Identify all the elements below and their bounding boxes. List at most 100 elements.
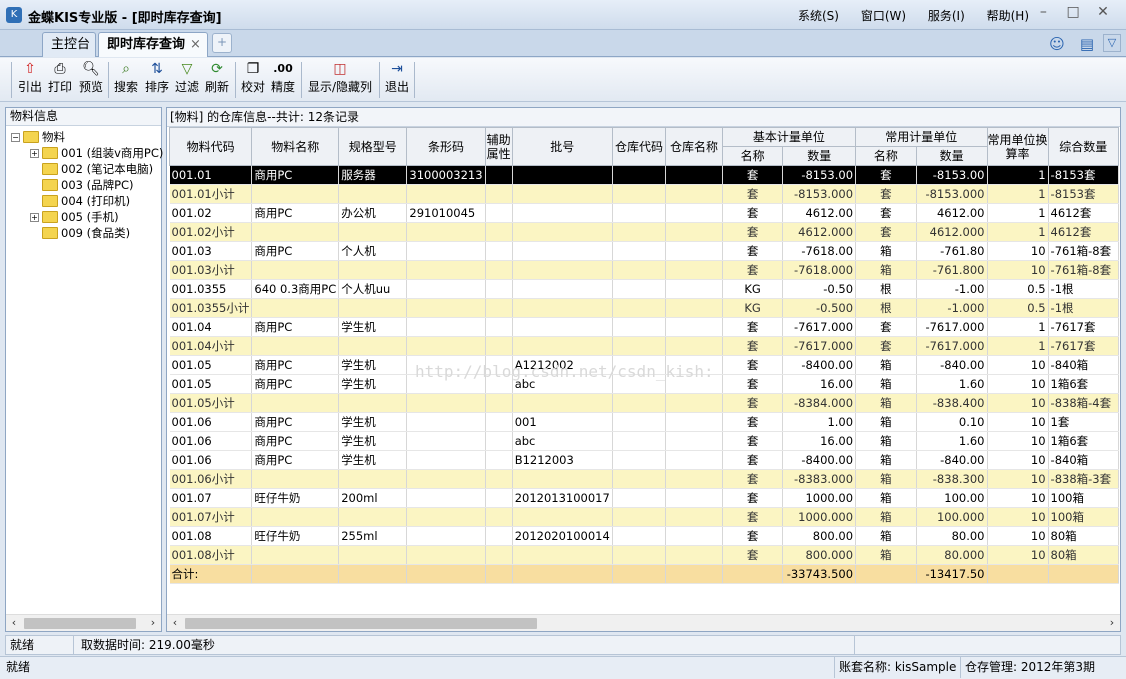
expand-icon[interactable]: +: [30, 149, 39, 158]
dropdown-arrow-icon[interactable]: ▽: [1103, 34, 1121, 52]
table-row[interactable]: 001.0355 640 0.3商用PC 个人机uu KG -0.50 根 -1.00 0.5…: [169, 279, 1119, 299]
tree-item[interactable]: +005 (手机): [30, 209, 119, 225]
col-header-wh-code[interactable]: 仓库代码: [611, 127, 667, 166]
subtotal-row[interactable]: 001.06小计 套 -8383.000 箱 -838.300 10 -838箱-3套: [169, 469, 1119, 489]
table-row[interactable]: 001.05 商用PC 学生机 A1212002 套 -8400.00 箱 -840.00 10…: [169, 355, 1119, 375]
table-row[interactable]: 001.04 商用PC 学生机套 -7617.000 套 -7617.000 1 -7617套: [169, 317, 1119, 337]
table-row[interactable]: 001.05 商用PC 学生机 abc 套 16.00 箱 1.60 10 1箱6套: [169, 374, 1119, 394]
subtotal-row[interactable]: 001.0355小计 KG -0.500 根 -1.000 0.5 -1根: [169, 298, 1119, 318]
tree-item[interactable]: +001 (组装v商用PC): [30, 145, 163, 161]
scrollbar-thumb[interactable]: [185, 618, 537, 629]
precision-button[interactable]: .00 精度: [269, 60, 297, 100]
table-cell: 10: [987, 241, 1049, 261]
scroll-right-icon[interactable]: ›: [145, 615, 161, 631]
scroll-left-icon[interactable]: ‹: [6, 615, 22, 631]
col-header-common-unit[interactable]: 常用计量单位: [855, 127, 988, 147]
scrollbar-thumb[interactable]: [24, 618, 136, 629]
table-cell: [987, 564, 1049, 584]
subtotal-row[interactable]: 001.03小计 套 -7618.000 箱 -761.800 10 -761箱-8套: [169, 260, 1119, 280]
sort-button[interactable]: ⇅ 排序: [143, 60, 171, 100]
table-cell: 001.0355小计: [169, 298, 253, 318]
subtotal-row[interactable]: 001.08小计 套 800.000 箱 80.000 10 80箱: [169, 545, 1119, 565]
table-cell: [1048, 564, 1119, 584]
tree-item[interactable]: 009 (食品类): [42, 225, 130, 241]
col-header-wh-name[interactable]: 仓库名称: [665, 127, 723, 166]
table-cell: [406, 450, 486, 470]
table-row[interactable]: 001.06 商用PC 学生机 B1212003 套 -8400.00 箱 -840.00 10…: [169, 450, 1119, 470]
tree-root[interactable]: − 物料: [11, 129, 65, 145]
tree-item[interactable]: 002 (笔记本电脑): [42, 161, 153, 177]
preview-button[interactable]: 🔍︎ 预览: [77, 60, 105, 100]
expand-icon[interactable]: +: [30, 213, 39, 222]
col-header-total-qty[interactable]: 综合数量: [1047, 127, 1119, 166]
collapse-icon[interactable]: −: [11, 133, 20, 142]
col-header-aux[interactable]: 辅助属性: [484, 127, 513, 166]
table-row[interactable]: 001.08 旺仔牛奶 255ml 2012020100014 套 800.00 箱 80.0…: [169, 526, 1119, 546]
tab-inventory-query[interactable]: 即时库存查询 ×: [98, 32, 208, 57]
col-header-spec[interactable]: 规格型号: [338, 127, 408, 166]
table-row[interactable]: 001.06 商用PC 学生机 abc 套 16.00 箱 1.60 10 1箱6套: [169, 431, 1119, 451]
exit-button[interactable]: ⇥ 退出: [383, 60, 411, 100]
menu-window[interactable]: 窗口(W): [861, 9, 906, 23]
table-cell: -840箱: [1048, 355, 1119, 375]
tab-home[interactable]: 主控台: [42, 32, 96, 57]
tree-item[interactable]: 003 (品牌PC): [42, 177, 134, 193]
col-header-base-qty[interactable]: 数量: [782, 146, 857, 166]
col-header-barcode[interactable]: 条形码: [406, 127, 486, 166]
table-cell: 套: [722, 355, 784, 375]
tab-close-icon[interactable]: ×: [190, 37, 201, 52]
table-row[interactable]: 001.01 商用PC 服务器 3100003213 套 -8153.00 套 -8153.0…: [169, 165, 1119, 185]
col-header-base-unit-name[interactable]: 名称: [721, 146, 784, 166]
add-tab-icon[interactable]: +: [212, 33, 232, 53]
tree-item[interactable]: 004 (打印机): [42, 193, 130, 209]
table-cell: abc: [512, 374, 613, 394]
table-row[interactable]: 001.02 商用PC 办公机 291010045 套 4612.00 套 4612.00 1 4…: [169, 203, 1119, 223]
minimize-icon[interactable]: –: [1030, 4, 1056, 20]
scroll-right-icon[interactable]: ›: [1104, 615, 1120, 631]
table-cell: 箱: [855, 260, 917, 280]
table-cell: [251, 336, 340, 356]
col-header-name[interactable]: 物料名称: [251, 127, 340, 166]
app-logo-icon: K: [6, 7, 22, 23]
table-cell: [512, 507, 613, 527]
subtotal-row[interactable]: 001.05小计 套 -8384.000 箱 -838.400 10 -838箱-4套: [169, 393, 1119, 413]
menu-system[interactable]: 系统(S): [798, 9, 839, 23]
table-cell: 箱: [855, 507, 917, 527]
check-button[interactable]: ❐ 校对: [239, 60, 267, 100]
refresh-button[interactable]: ⟳ 刷新: [203, 60, 231, 100]
show-hide-columns-button[interactable]: ◫ 显示/隐藏列: [305, 60, 375, 100]
subtotal-row[interactable]: 001.04小计套 -7617.000 套 -7617.000 1 -7617套: [169, 336, 1119, 356]
menu-help[interactable]: 帮助(H): [987, 9, 1029, 23]
col-header-common-qty[interactable]: 数量: [915, 146, 988, 166]
col-header-code[interactable]: 物料代码: [169, 127, 253, 166]
close-icon[interactable]: ✕: [1090, 4, 1116, 20]
exit-label: 退出: [384, 80, 409, 94]
export-button[interactable]: ⇧ 引出: [16, 60, 44, 100]
grid-horizontal-scrollbar[interactable]: ‹ ›: [167, 614, 1120, 631]
col-header-batch[interactable]: 批号: [511, 127, 613, 166]
table-row[interactable]: 001.06 商用PC 学生机 001 套 1.00 箱 0.10 10 1套: [169, 412, 1119, 432]
table-cell: [406, 317, 486, 337]
tree-horizontal-scrollbar[interactable]: ‹ ›: [6, 614, 161, 631]
menu-service[interactable]: 服务(I): [928, 9, 965, 23]
table-cell: 001.02小计: [169, 222, 253, 242]
subtotal-row[interactable]: 001.02小计套 4612.000 套 4612.000 1 4612套: [169, 222, 1119, 242]
col-header-base-unit[interactable]: 基本计量单位: [721, 127, 857, 147]
scroll-left-icon[interactable]: ‹: [167, 615, 183, 631]
filter-button[interactable]: ▽ 过滤: [173, 60, 201, 100]
subtotal-row[interactable]: 001.01小计套 -8153.000 套 -8153.000 1 -8153套: [169, 184, 1119, 204]
table-cell: -7617.000: [782, 317, 857, 337]
print-button[interactable]: ⎙ 打印: [46, 60, 74, 100]
table-cell: 套: [722, 260, 784, 280]
table-row[interactable]: 001.03 商用PC 个人机 套 -7618.00 箱 -761.80 10 -761箱-8套: [169, 241, 1119, 261]
total-row[interactable]: 合计: -33743.500 -13417.50: [169, 564, 1119, 584]
col-header-common-unit-name[interactable]: 名称: [855, 146, 917, 166]
table-row[interactable]: 001.07 旺仔牛奶 200ml 2012013100017 套 1000.00 箱 100…: [169, 488, 1119, 508]
col-header-rate[interactable]: 常用单位换算率: [986, 127, 1049, 166]
search-button[interactable]: ⌕ 搜索: [112, 60, 140, 100]
message-icon[interactable]: ▤: [1077, 34, 1097, 54]
maximize-icon[interactable]: □: [1060, 4, 1086, 20]
subtotal-row[interactable]: 001.07小计 套 1000.000 箱 100.000 10 100箱: [169, 507, 1119, 527]
table-cell: 商用PC: [251, 431, 340, 451]
smiley-icon[interactable]: ☺: [1047, 34, 1067, 54]
